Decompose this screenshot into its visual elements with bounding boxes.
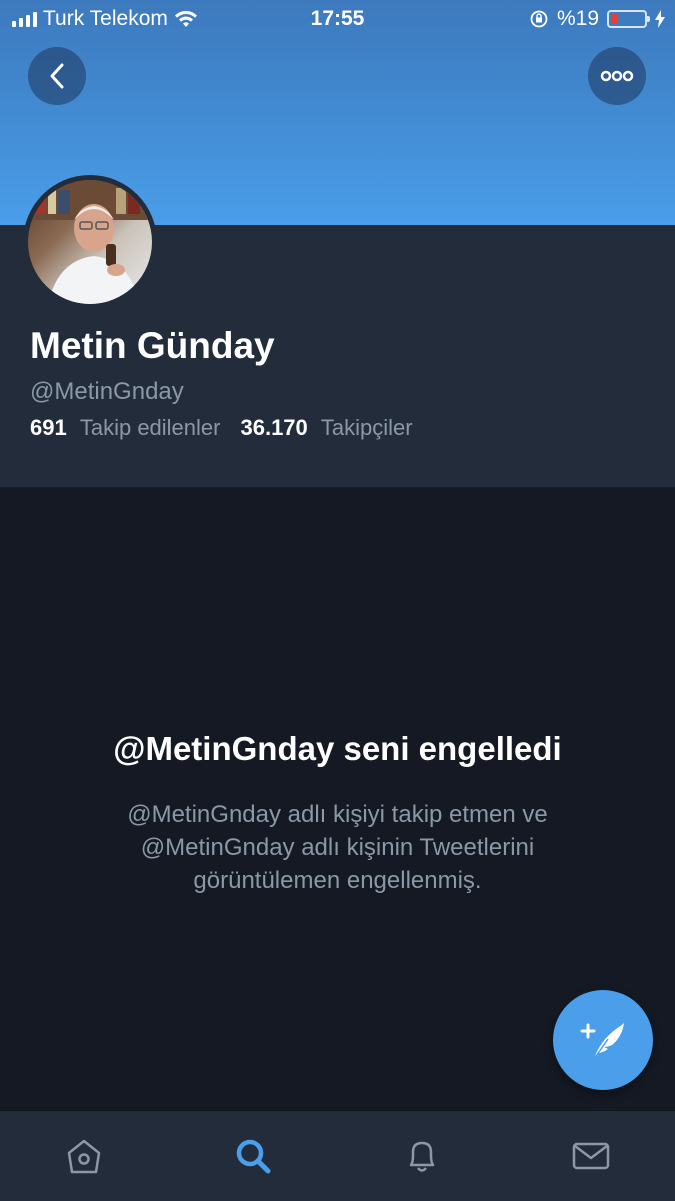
orientation-lock-icon	[530, 10, 548, 28]
profile-stats: 691 Takip edilenler 36.170 Takipçiler	[30, 415, 413, 441]
more-options-button[interactable]	[588, 47, 646, 105]
more-horizontal-icon	[600, 70, 634, 82]
blocked-title: @MetinGnday seni engelledi	[113, 730, 562, 767]
tab-messages[interactable]	[551, 1126, 631, 1186]
following-count: 691	[30, 415, 67, 440]
home-icon	[68, 1139, 101, 1174]
tab-search[interactable]	[213, 1126, 293, 1186]
charging-bolt-icon	[655, 10, 665, 28]
status-right: %19	[529, 7, 665, 31]
chevron-left-icon	[50, 63, 64, 89]
status-bar: Turk Telekom 17:55 %19	[0, 0, 675, 38]
compose-tweet-button[interactable]	[553, 990, 653, 1090]
search-icon	[236, 1139, 271, 1174]
tab-home[interactable]	[44, 1126, 124, 1186]
profile-handle: @MetinGnday	[30, 378, 184, 405]
battery-percent: %19	[556, 7, 599, 30]
avatar[interactable]	[23, 175, 157, 309]
bell-icon	[409, 1141, 435, 1172]
blocked-description: @MetinGnday adlı kişiyi takip etmen ve @…	[127, 801, 548, 894]
battery-icon	[607, 10, 650, 28]
following-label: Takip edilenler	[79, 415, 221, 440]
followers-count: 36.170	[240, 415, 308, 440]
avatar-image	[28, 180, 152, 304]
bottom-tab-bar	[0, 1110, 675, 1201]
mail-icon	[572, 1142, 609, 1170]
following-stat[interactable]: 691 Takip edilenler	[30, 415, 220, 441]
followers-stat[interactable]: 36.170 Takipçiler	[240, 415, 412, 441]
profile-name: Metin Günday	[30, 325, 275, 366]
back-button[interactable]	[28, 47, 86, 105]
followers-label: Takipçiler	[320, 415, 413, 440]
tab-notifications[interactable]	[382, 1126, 462, 1186]
battery-fill	[611, 14, 617, 24]
compose-feather-icon	[580, 1023, 624, 1060]
